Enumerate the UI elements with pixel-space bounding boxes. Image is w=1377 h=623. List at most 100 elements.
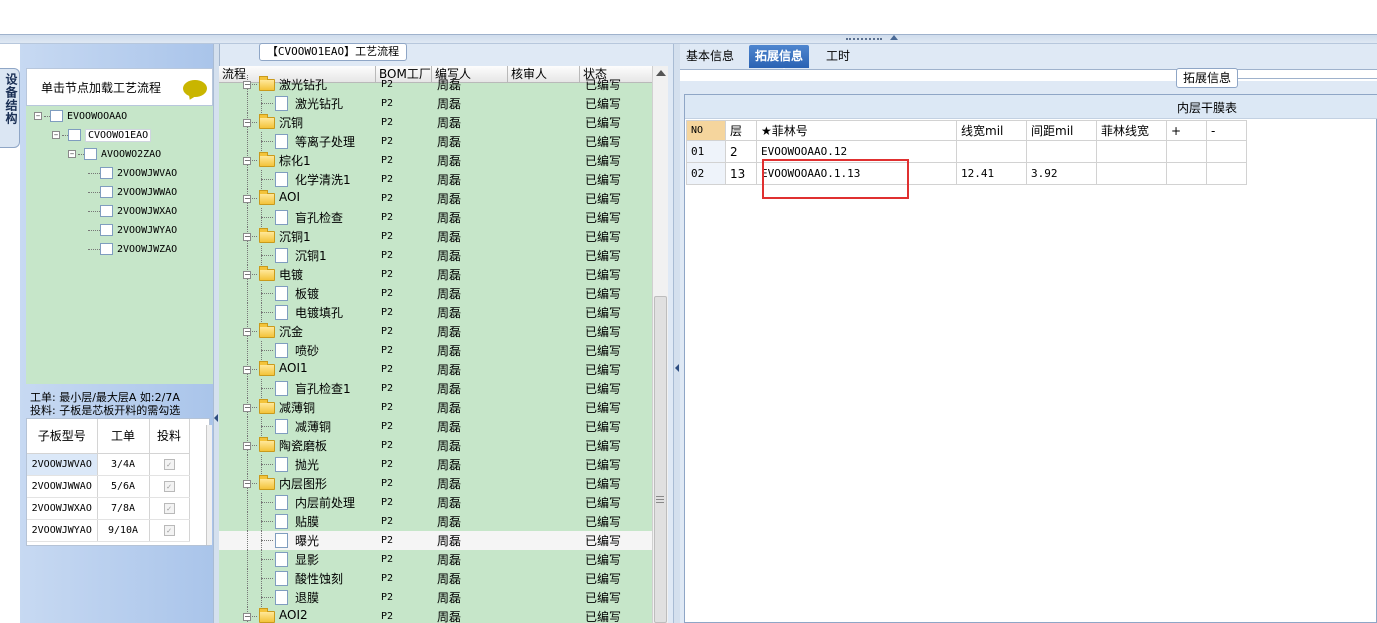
process-row[interactable]: 激光钻孔 P2 周磊 已编写: [219, 94, 652, 113]
tree-node-root[interactable]: − EVOOWOOAAO: [34, 109, 127, 123]
col-header-minus[interactable]: -: [1206, 120, 1247, 141]
col-header-film[interactable]: ★菲林号: [756, 120, 957, 141]
process-scrollbar[interactable]: [652, 66, 668, 623]
film-linewidth-cell[interactable]: [1096, 140, 1167, 163]
collapse-icon[interactable]: −: [52, 131, 60, 139]
collapse-icon[interactable]: −: [243, 366, 251, 374]
process-row[interactable]: − 棕化1 P2 周磊 已编写: [219, 151, 652, 170]
process-row[interactable]: 酸性蚀刻 P2 周磊 已编写: [219, 569, 652, 588]
collapse-icon[interactable]: −: [243, 480, 251, 488]
collapse-icon[interactable]: −: [243, 271, 251, 279]
collapse-icon[interactable]: −: [243, 195, 251, 203]
splitter-grip[interactable]: [846, 38, 882, 41]
scroll-thumb[interactable]: [654, 296, 667, 623]
spacing-cell[interactable]: [1026, 140, 1097, 163]
order-cell[interactable]: 5/6A: [97, 475, 150, 498]
layer-cell[interactable]: 13: [725, 162, 757, 185]
col-header-no[interactable]: NO: [686, 120, 726, 141]
collapse-left-icon[interactable]: [214, 414, 218, 422]
tab-basic-info[interactable]: 基本信息: [680, 45, 740, 68]
collapse-icon[interactable]: −: [243, 119, 251, 127]
device-structure-tab[interactable]: 设备结构: [0, 68, 20, 148]
linewidth-cell[interactable]: 12.41: [956, 162, 1027, 185]
process-row[interactable]: − 沉金 P2 周磊 已编写: [219, 322, 652, 341]
collapse-icon[interactable]: −: [68, 150, 76, 158]
tree-leaf[interactable]: 2VOOWJWYAO: [88, 223, 177, 237]
col-header-linewidth[interactable]: 线宽mil: [956, 120, 1027, 141]
feed-checkbox[interactable]: ✓: [163, 524, 175, 536]
table-row[interactable]: 2VOOWJWYAO 9/10A ✓: [27, 519, 190, 542]
process-row[interactable]: − 沉铜1 P2 周磊 已编写: [219, 227, 652, 246]
feed-cell[interactable]: ✓: [149, 475, 190, 498]
process-row[interactable]: − AOI2 P2 周磊 已编写: [219, 607, 652, 623]
tree-leaf[interactable]: 2VOOWJWVAO: [88, 166, 177, 180]
process-row[interactable]: 喷砂 P2 周磊 已编写: [219, 341, 652, 360]
process-row[interactable]: 抛光 P2 周磊 已编写: [219, 455, 652, 474]
minus-cell[interactable]: [1206, 140, 1247, 163]
order-cell[interactable]: 9/10A: [97, 519, 150, 542]
col-header-order[interactable]: 工单: [97, 419, 150, 454]
subboard-scrollbar[interactable]: [206, 425, 212, 545]
process-row[interactable]: − 内层图形 P2 周磊 已编写: [219, 474, 652, 493]
spacing-cell[interactable]: 3.92: [1026, 162, 1097, 185]
feed-checkbox[interactable]: ✓: [163, 458, 175, 470]
table-row[interactable]: 2VOOWJWWAO 5/6A ✓: [27, 475, 190, 498]
collapse-icon[interactable]: −: [243, 81, 251, 89]
tree-leaf[interactable]: 2VOOWJWXAO: [88, 204, 177, 218]
layer-cell[interactable]: 2: [725, 140, 757, 163]
process-row[interactable]: − 激光钻孔 P2 周磊 已编写: [219, 75, 652, 94]
scroll-up-icon[interactable]: [656, 70, 666, 76]
process-row[interactable]: 板镀 P2 周磊 已编写: [219, 284, 652, 303]
process-row[interactable]: 退膜 P2 周磊 已编写: [219, 588, 652, 607]
feed-checkbox[interactable]: ✓: [163, 480, 175, 492]
process-row[interactable]: 化学清洗1 P2 周磊 已编写: [219, 170, 652, 189]
process-row[interactable]: 等离子处理 P2 周磊 已编写: [219, 132, 652, 151]
order-cell[interactable]: 7/8A: [97, 497, 150, 520]
process-row[interactable]: 盲孔检查 P2 周磊 已编写: [219, 208, 652, 227]
tab-extended-info[interactable]: 拓展信息: [749, 45, 810, 73]
order-cell[interactable]: 3/4A: [97, 453, 150, 476]
process-row[interactable]: 曝光 P2 周磊 已编写: [219, 531, 652, 550]
process-row[interactable]: − AOI1 P2 周磊 已编写: [219, 360, 652, 379]
collapse-icon[interactable]: −: [243, 157, 251, 165]
collapse-left-icon[interactable]: [675, 364, 679, 372]
process-row[interactable]: 盲孔检查1 P2 周磊 已编写: [219, 379, 652, 398]
table-row[interactable]: 2VOOWJWXAO 7/8A ✓: [27, 497, 190, 520]
minus-cell[interactable]: [1206, 162, 1247, 185]
process-row[interactable]: − 陶瓷磨板 P2 周磊 已编写: [219, 436, 652, 455]
collapse-icon[interactable]: −: [243, 613, 251, 621]
process-row[interactable]: − 沉铜 P2 周磊 已编写: [219, 113, 652, 132]
feed-checkbox[interactable]: ✓: [163, 502, 175, 514]
process-row[interactable]: 电镀填孔 P2 周磊 已编写: [219, 303, 652, 322]
film-linewidth-cell[interactable]: [1096, 162, 1167, 185]
process-row[interactable]: 贴膜 P2 周磊 已编写: [219, 512, 652, 531]
col-header-layer[interactable]: 层: [725, 120, 757, 141]
right-splitter[interactable]: [673, 44, 680, 623]
col-header-model[interactable]: 子板型号: [27, 419, 98, 454]
tree-node-grand[interactable]: − AVOOWO2ZAO: [68, 147, 161, 161]
feed-cell[interactable]: ✓: [149, 497, 190, 520]
process-row[interactable]: − 减薄铜 P2 周磊 已编写: [219, 398, 652, 417]
col-header-film-linewidth[interactable]: 菲林线宽: [1096, 120, 1167, 141]
process-row[interactable]: − AOI P2 周磊 已编写: [219, 189, 652, 208]
process-row[interactable]: 显影 P2 周磊 已编写: [219, 550, 652, 569]
col-header-spacing[interactable]: 间距mil: [1026, 120, 1097, 141]
collapse-up-icon[interactable]: [890, 35, 898, 40]
plus-cell[interactable]: [1166, 140, 1207, 163]
process-row[interactable]: − 电镀 P2 周磊 已编写: [219, 265, 652, 284]
collapse-icon[interactable]: −: [34, 112, 42, 120]
load-process-prompt[interactable]: 单击节点加载工艺流程: [26, 68, 213, 106]
collapse-icon[interactable]: −: [243, 328, 251, 336]
process-row[interactable]: 减薄铜 P2 周磊 已编写: [219, 417, 652, 436]
tree-leaf[interactable]: 2VOOWJWWAO: [88, 185, 177, 199]
col-header-feed[interactable]: 投料: [149, 419, 190, 454]
col-header-plus[interactable]: +: [1166, 120, 1207, 141]
tree-leaf[interactable]: 2VOOWJWZAO: [88, 242, 177, 256]
process-row[interactable]: 沉铜1 P2 周磊 已编写: [219, 246, 652, 265]
linewidth-cell[interactable]: [956, 140, 1027, 163]
collapse-icon[interactable]: −: [243, 404, 251, 412]
tab-working-hours[interactable]: 工时: [820, 45, 856, 68]
collapse-icon[interactable]: −: [243, 442, 251, 450]
feed-cell[interactable]: ✓: [149, 519, 190, 542]
process-row[interactable]: 内层前处理 P2 周磊 已编写: [219, 493, 652, 512]
